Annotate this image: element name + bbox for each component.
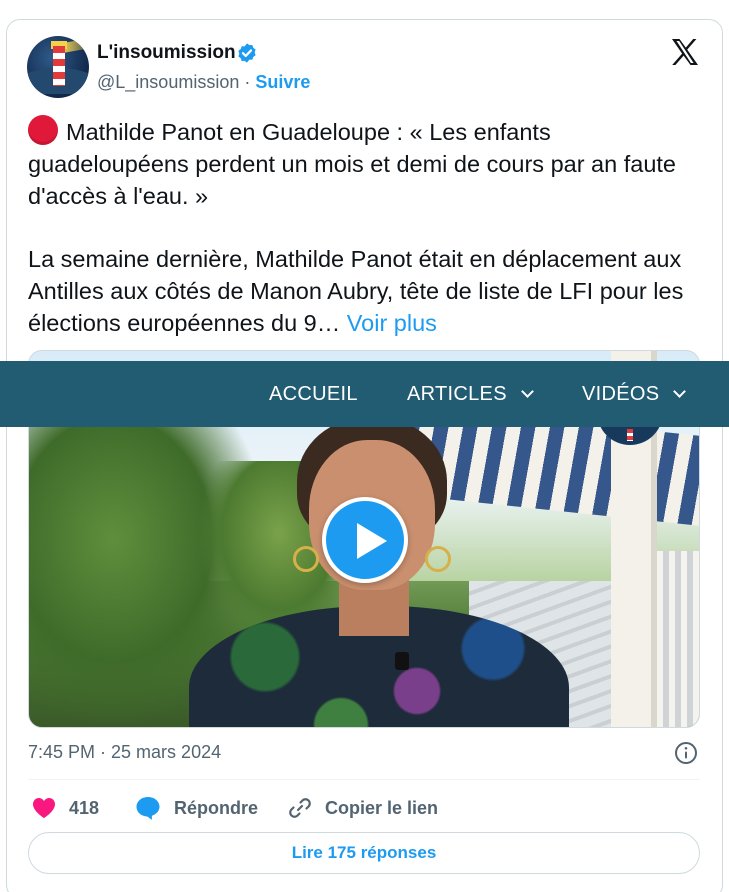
follow-button[interactable]: Suivre xyxy=(255,72,310,92)
nav-item-articles[interactable]: ARTICLES xyxy=(407,361,534,427)
read-replies-button[interactable]: Lire 175 réponses xyxy=(28,832,700,874)
copy-link-button[interactable]: Copier le lien xyxy=(287,794,438,822)
play-icon[interactable] xyxy=(322,497,408,583)
heart-icon xyxy=(33,798,55,818)
account-handle[interactable]: @L_insoumission xyxy=(97,72,239,92)
verified-badge-icon xyxy=(238,43,256,63)
copy-link-label: Copier le lien xyxy=(325,797,439,818)
tweet-text: Mathilde Panot en Guadeloupe : « Les enf… xyxy=(28,115,708,339)
handle-separator: · xyxy=(244,72,251,92)
like-count: 418 xyxy=(69,797,100,818)
site-logo-badge[interactable] xyxy=(597,427,663,445)
tweet-timestamp[interactable]: 7:45 PM · 25 mars 2024 xyxy=(28,742,221,763)
nav-item-label: VIDÉOS xyxy=(582,383,660,405)
chevron-down-icon xyxy=(520,385,534,398)
see-more-link[interactable]: Voir plus xyxy=(347,310,437,336)
reply-bubble-icon xyxy=(136,797,160,820)
nav-item-videos[interactable]: VIDÉOS xyxy=(582,361,687,427)
handle-row: @L_insoumission · Suivre xyxy=(97,72,310,93)
account-name[interactable]: L'insoumission xyxy=(97,42,236,64)
divider xyxy=(28,779,700,780)
nav-item-label: ACCUEIL xyxy=(269,383,358,405)
reply-label: Répondre xyxy=(174,797,259,818)
nav-item-label: ARTICLES xyxy=(407,383,507,405)
chevron-down-icon xyxy=(673,385,687,398)
x-logo-icon[interactable] xyxy=(670,38,700,66)
tweet-text-paragraph-1: Mathilde Panot en Guadeloupe : « Les enf… xyxy=(28,119,676,209)
info-icon[interactable] xyxy=(674,741,698,765)
nav-item-accueil[interactable]: ACCUEIL xyxy=(269,361,358,427)
link-icon xyxy=(289,798,311,818)
like-button[interactable]: 418 xyxy=(31,794,99,822)
account-avatar[interactable] xyxy=(27,36,89,98)
reply-button[interactable]: Répondre xyxy=(134,794,258,822)
site-nav-bar: ACCUEIL ARTICLES VIDÉOS xyxy=(0,361,729,427)
red-circle-emoji-icon xyxy=(28,115,58,145)
